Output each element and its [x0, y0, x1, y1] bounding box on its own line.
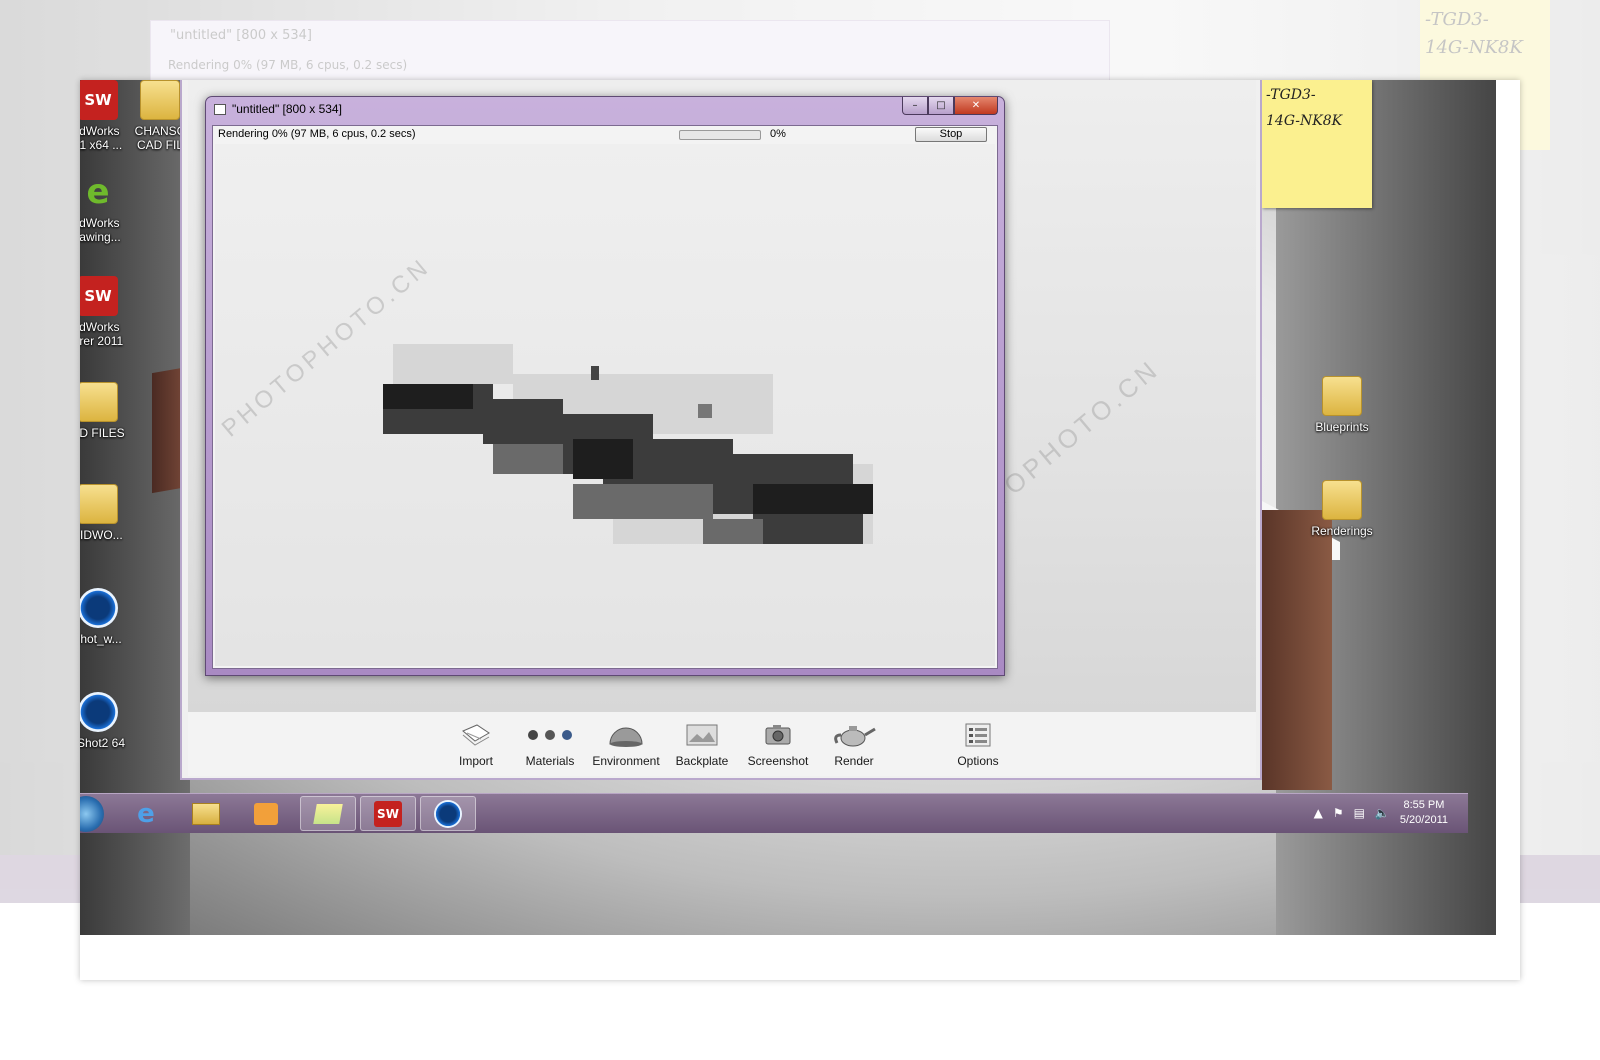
clock[interactable]: 8:55 PM 5/20/2011 [1400, 798, 1448, 828]
screenshot-label: Screenshot [747, 754, 809, 768]
media-player-icon [254, 802, 278, 825]
materials-icon [510, 720, 590, 750]
desktop-icon-renderings[interactable]: Renderings [1306, 480, 1378, 538]
sticky-note-text: -TGD3- 14G-NK8K [1266, 87, 1343, 129]
show-hidden-icons-icon[interactable]: ▲ [1314, 806, 1323, 820]
import-label: Import [458, 754, 493, 768]
render-window: "untitled" [800 x 534] – □ ✕ Rendering 0… [205, 96, 1005, 676]
ghost-sticky-note-text: -TGD3- 14G-NK8K [1425, 9, 1523, 58]
backplate-button[interactable]: Backplate [662, 720, 742, 768]
keyshot-icon [434, 799, 462, 828]
materials-button[interactable]: Materials [510, 720, 590, 768]
keyshot-icon [80, 588, 118, 628]
desktop-icon-edrawings[interactable]: e idWorks rawing... [80, 172, 134, 244]
options-icon [938, 720, 1018, 750]
import-icon [436, 720, 516, 750]
sticky-notes-icon [313, 803, 343, 824]
render-label: Render [834, 754, 874, 768]
taskbar-media-player[interactable] [238, 796, 294, 831]
stop-button[interactable]: Stop [915, 127, 987, 142]
volume-icon[interactable]: 🔈 [1375, 806, 1390, 820]
sticky-note[interactable]: -TGD3- 14G-NK8K [1262, 80, 1372, 208]
desktop-icon-keyshot[interactable]: shot_w... [80, 588, 134, 646]
desktop-icon-cad-files-2[interactable]: AD FILES [80, 382, 134, 440]
options-label: Options [957, 754, 999, 768]
render-canvas[interactable]: PHOTOPHOTO.CN [215, 144, 995, 666]
desktop-icon-label: yShot2 64 [80, 736, 126, 750]
windows-explorer-icon [192, 802, 220, 825]
environment-button[interactable]: Environment [586, 720, 666, 768]
desktop-icon-solidworks-explorer[interactable]: SW idWorks orer 2011 [80, 276, 134, 348]
desktop-icon-blueprints[interactable]: Blueprints [1306, 376, 1378, 434]
taskbar-windows-explorer[interactable] [178, 796, 234, 831]
import-button[interactable]: Import [436, 720, 516, 768]
app-toolbar: Import Materials Environment Backplate S… [188, 712, 1256, 776]
ghost-window-title: "untitled" [800 x 534] [170, 28, 312, 43]
taskbar: e SW ▲ ⚑ ▤ 🔈 8:55 PM 5/20/2011 [80, 793, 1468, 833]
taskbar-solidworks[interactable]: SW [360, 796, 416, 831]
zip-folder-icon [1322, 376, 1362, 416]
edrawings-icon: e [86, 172, 110, 212]
close-button[interactable]: ✕ [954, 97, 998, 115]
window-controls: – □ ✕ [902, 97, 998, 115]
action-center-icon[interactable]: ⚑ [1333, 806, 1344, 820]
ghost-status-text: Rendering 0% (97 MB, 6 cpus, 0.2 secs) [168, 58, 408, 72]
taskbar-keyshot[interactable] [420, 796, 476, 831]
pixelated-render-preview [383, 344, 873, 544]
render-progress-percent: 0% [770, 128, 786, 140]
zip-folder-icon [1322, 480, 1362, 520]
minimize-button[interactable]: – [902, 97, 928, 115]
desktop-icon-label: idWorks rawing... [80, 216, 121, 244]
solidworks-explorer-icon: SW [80, 276, 118, 316]
system-tray: ▲ ⚑ ▤ 🔈 8:55 PM 5/20/2011 [1314, 798, 1448, 828]
start-button[interactable] [80, 796, 104, 832]
screenshot: SW idWorks 11 x64 ... CHANSC CAD FIL e i… [80, 80, 1520, 980]
desktop-icon-label: Blueprints [1315, 420, 1369, 434]
render-window-title: "untitled" [800 x 534] [232, 102, 342, 116]
folder-icon [80, 382, 118, 422]
internet-explorer-icon: e [137, 798, 155, 829]
render-progress-bar [679, 130, 761, 140]
teapot-icon [814, 720, 894, 750]
backplate-label: Backplate [675, 754, 729, 768]
taskbar-sticky-notes[interactable] [300, 796, 356, 831]
desktop-icon-label: Renderings [1311, 524, 1373, 538]
render-window-client: Rendering 0% (97 MB, 6 cpus, 0.2 secs) 0… [212, 125, 998, 669]
window-system-icon[interactable] [214, 104, 226, 115]
materials-label: Materials [525, 754, 575, 768]
desktop-icon-label: LIDWO... [80, 528, 123, 542]
keyshot-icon [80, 692, 118, 732]
desktop-icon-label: shot_w... [80, 632, 122, 646]
taskbar-internet-explorer[interactable]: e [118, 796, 174, 831]
render-button[interactable]: Render [814, 720, 894, 768]
solidworks-icon: SW [80, 80, 118, 120]
backplate-icon [662, 720, 742, 750]
screenshot-button[interactable]: Screenshot [738, 720, 818, 768]
render-status-text: Rendering 0% (97 MB, 6 cpus, 0.2 secs) [218, 128, 416, 140]
camera-icon [738, 720, 818, 750]
environment-label: Environment [592, 754, 660, 768]
network-icon[interactable]: ▤ [1354, 806, 1365, 820]
options-button[interactable]: Options [938, 720, 1018, 768]
wallpaper-table-side [1262, 510, 1332, 790]
clock-date: 5/20/2011 [1399, 814, 1448, 826]
desktop-icon-solidworks-folder[interactable]: LIDWO... [80, 484, 134, 542]
desktop-icon-keyshot-64[interactable]: yShot2 64 [80, 692, 134, 750]
desktop-icon-label: idWorks orer 2011 [80, 320, 124, 348]
desktop-icon-label: AD FILES [80, 426, 125, 440]
maximize-button[interactable]: □ [928, 97, 954, 115]
folder-icon [80, 484, 118, 524]
folder-icon [140, 80, 180, 120]
environment-icon [586, 720, 666, 750]
solidworks-icon: SW [374, 800, 402, 827]
clock-time: 8:55 PM [1403, 799, 1445, 811]
